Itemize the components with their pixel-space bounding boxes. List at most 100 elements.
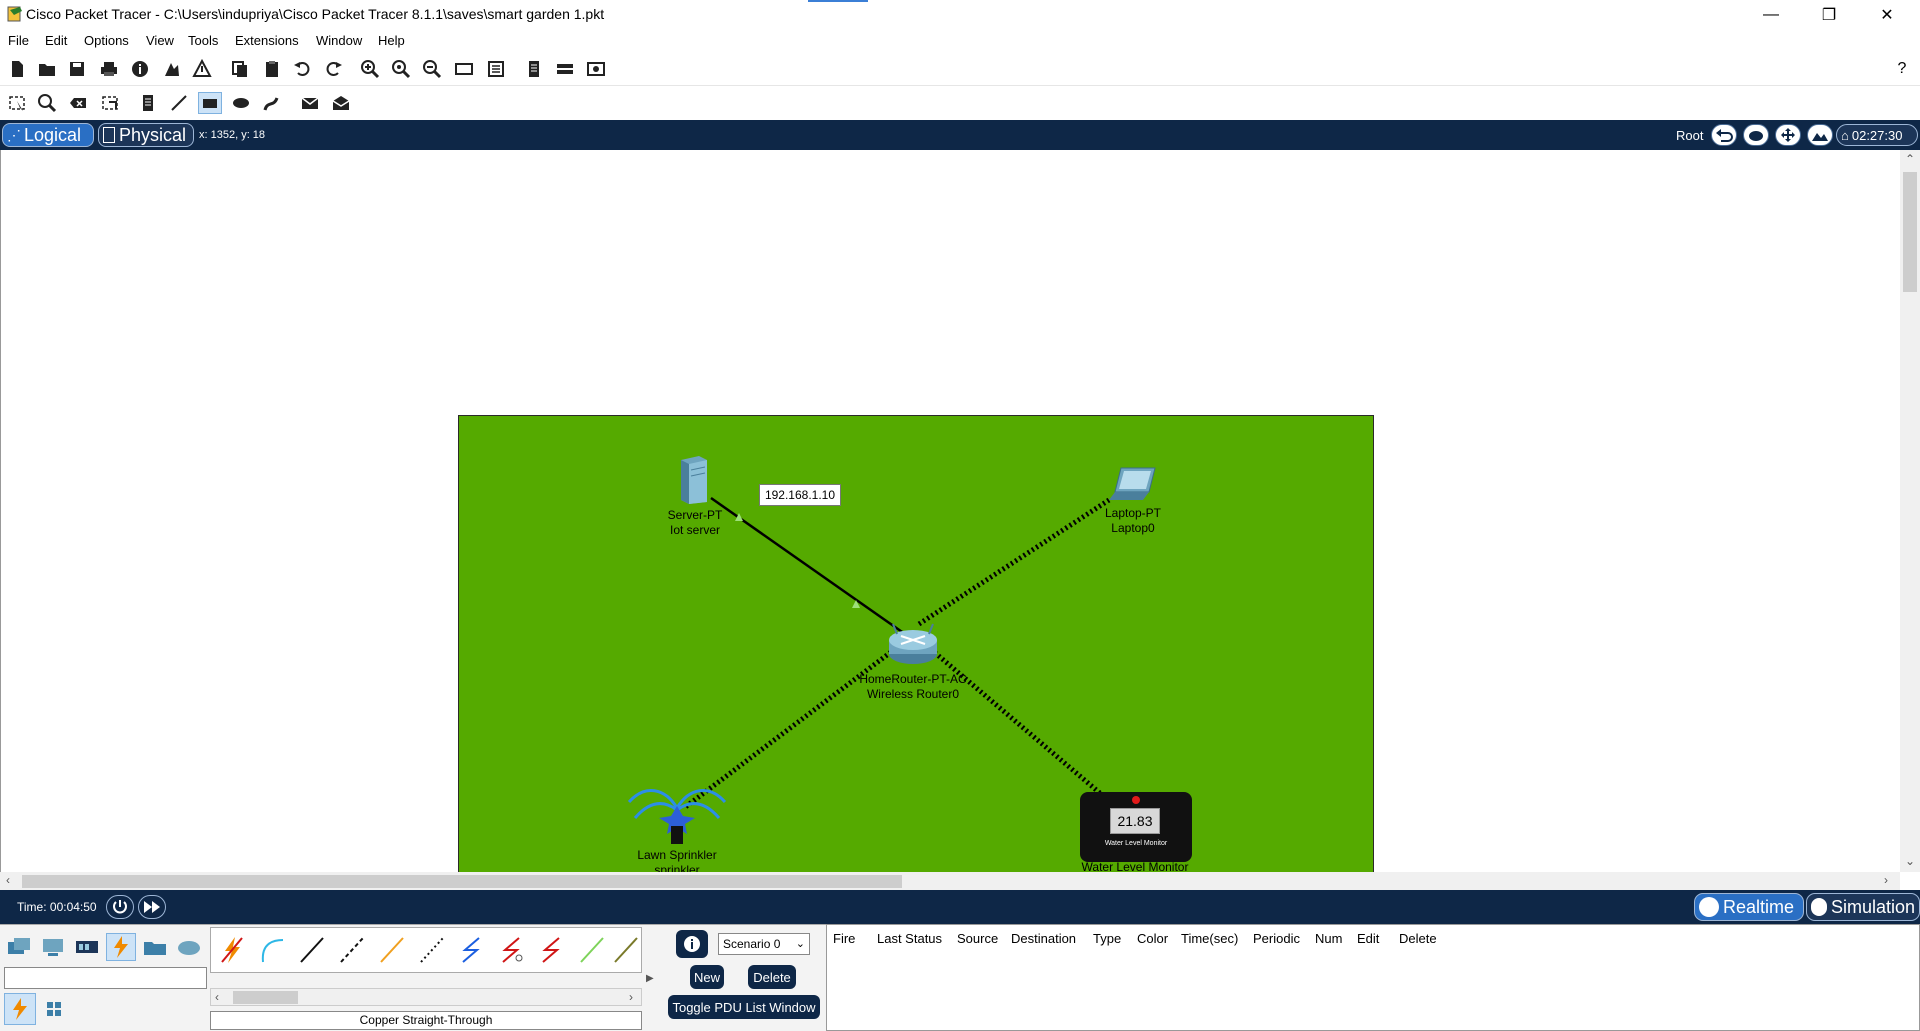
iot-custom-cable-icon[interactable]	[609, 934, 643, 966]
connections-category-icon[interactable]	[106, 933, 136, 961]
draw-rectangle-icon[interactable]	[198, 92, 222, 114]
add-simple-pdu-icon[interactable]	[298, 92, 322, 114]
server-device[interactable]	[677, 454, 711, 506]
auto-connection-icon[interactable]	[4, 993, 36, 1025]
scenario-info-icon[interactable]	[676, 930, 708, 958]
automatic-connection-icon[interactable]	[215, 934, 249, 966]
place-note-icon[interactable]	[136, 92, 160, 114]
info-icon[interactable]	[128, 58, 152, 80]
resize-shape-icon[interactable]	[98, 92, 122, 114]
lawn-sprinkler-device[interactable]	[625, 778, 729, 846]
connection-list-scrollbar[interactable]: ‹ ›	[210, 988, 642, 1006]
activity-wizard-icon[interactable]	[160, 58, 184, 80]
canvas-vertical-scrollbar[interactable]: ⌃ ⌄	[1900, 150, 1920, 872]
maximize-button[interactable]: ❐	[1806, 0, 1852, 30]
console-cable-icon[interactable]	[255, 934, 289, 966]
select-icon[interactable]	[5, 92, 29, 114]
octal-cable-icon[interactable]	[575, 934, 609, 966]
print-icon[interactable]	[97, 58, 121, 80]
menu-file[interactable]: File	[8, 33, 29, 48]
list-scroll-right-icon[interactable]: ›	[629, 990, 633, 1004]
toggle-pdu-list-button[interactable]: Toggle PDU List Window	[668, 995, 820, 1019]
scroll-right-arrow-icon[interactable]: ›	[1884, 873, 1888, 887]
fiber-cable-icon[interactable]	[375, 934, 409, 966]
serial-dce-icon[interactable]	[495, 934, 529, 966]
logical-workspace-canvas[interactable]: 192.168.1.10 Server-PT Iot server Laptop…	[0, 150, 1900, 932]
scenario-select[interactable]: Scenario 0 ⌄	[718, 933, 810, 955]
zoom-reset-icon[interactable]	[389, 58, 413, 80]
zoom-in-icon[interactable]	[358, 58, 382, 80]
new-file-icon[interactable]	[5, 58, 29, 80]
coaxial-cable-icon[interactable]	[455, 934, 489, 966]
scroll-up-arrow-icon[interactable]: ⌃	[1905, 152, 1915, 166]
home-router-device[interactable]	[887, 622, 939, 666]
cursor-coordinates: x: 1352, y: 18	[199, 129, 266, 141]
panel-expand-arrow-icon[interactable]: ▶	[646, 973, 654, 984]
structured-cabling-icon[interactable]	[42, 997, 66, 1021]
smart-garden-area[interactable]: 192.168.1.10 Server-PT Iot server Laptop…	[458, 415, 1374, 932]
ip-address-label[interactable]: 192.168.1.10	[759, 484, 841, 506]
inspect-icon[interactable]	[35, 92, 59, 114]
draw-ellipse-icon[interactable]	[229, 92, 253, 114]
copper-cross-over-icon[interactable]	[335, 934, 369, 966]
draw-line-icon[interactable]	[167, 92, 191, 114]
screenshot-icon[interactable]	[584, 58, 608, 80]
laptop-device[interactable]	[1107, 466, 1159, 504]
undo-icon[interactable]	[290, 58, 314, 80]
minimize-button[interactable]: —	[1748, 0, 1794, 30]
set-background-icon[interactable]	[1807, 124, 1833, 146]
tab-logical[interactable]: ⋰ Logical	[2, 123, 94, 147]
tab-physical[interactable]: Physical	[98, 123, 194, 147]
water-level-monitor-device[interactable]: 21.83 Water Level Monitor	[1080, 792, 1192, 862]
menu-help[interactable]: Help	[378, 33, 405, 48]
redo-icon[interactable]	[322, 58, 346, 80]
menu-view[interactable]: View	[146, 33, 174, 48]
vertical-scroll-thumb[interactable]	[1903, 172, 1917, 292]
delete-scenario-button[interactable]: Delete	[748, 965, 796, 989]
end-devices-category-icon[interactable]	[38, 933, 68, 961]
new-cluster-icon[interactable]	[1743, 124, 1769, 146]
add-complex-pdu-icon[interactable]	[329, 92, 353, 114]
delete-icon[interactable]	[66, 92, 90, 114]
menu-window[interactable]: Window	[316, 33, 362, 48]
move-object-icon[interactable]	[1775, 124, 1801, 146]
menu-options[interactable]: Options	[84, 33, 129, 48]
viewport-clock[interactable]: ⌂ 02:27:30	[1836, 124, 1918, 146]
notes-icon[interactable]	[522, 58, 546, 80]
network-devices-category-icon[interactable]	[4, 933, 34, 961]
horizontal-scroll-thumb[interactable]	[22, 875, 902, 888]
fast-forward-time-icon[interactable]	[138, 895, 166, 919]
multiuser-connection-category-icon[interactable]	[174, 933, 204, 961]
device-template-icon[interactable]	[553, 58, 577, 80]
save-icon[interactable]	[65, 58, 89, 80]
scroll-left-arrow-icon[interactable]: ‹	[6, 873, 10, 887]
zoom-out-icon[interactable]	[420, 58, 444, 80]
open-folder-icon[interactable]	[35, 58, 59, 80]
connection-list-thumb[interactable]	[233, 991, 298, 1004]
help-button[interactable]: ?	[1890, 58, 1914, 80]
device-search-input[interactable]	[4, 967, 207, 989]
components-category-icon[interactable]	[72, 933, 102, 961]
custom-devices-icon[interactable]	[484, 58, 508, 80]
paste-icon[interactable]	[260, 58, 284, 80]
miscellaneous-category-icon[interactable]	[140, 933, 170, 961]
tab-simulation[interactable]: Simulation	[1806, 893, 1920, 921]
list-scroll-left-icon[interactable]: ‹	[215, 990, 219, 1004]
copper-straight-through-icon[interactable]	[295, 934, 329, 966]
back-icon[interactable]	[1711, 124, 1737, 146]
menu-extensions[interactable]: Extensions	[235, 33, 299, 48]
drawing-palette-icon[interactable]	[452, 58, 476, 80]
copy-icon[interactable]	[228, 58, 252, 80]
phone-cable-icon[interactable]	[415, 934, 449, 966]
menu-tools[interactable]: Tools	[188, 33, 218, 48]
network-info-icon[interactable]	[190, 58, 214, 80]
scroll-down-arrow-icon[interactable]: ⌄	[1905, 854, 1915, 868]
freeform-icon[interactable]	[260, 92, 284, 114]
close-button[interactable]: ✕	[1864, 0, 1910, 30]
new-scenario-button[interactable]: New	[690, 965, 724, 989]
power-cycle-devices-icon[interactable]	[106, 895, 134, 919]
menu-edit[interactable]: Edit	[45, 33, 67, 48]
tab-realtime[interactable]: Realtime	[1694, 893, 1804, 921]
serial-dte-icon[interactable]	[535, 934, 569, 966]
canvas-horizontal-scrollbar[interactable]: ‹ ›	[0, 872, 1900, 890]
